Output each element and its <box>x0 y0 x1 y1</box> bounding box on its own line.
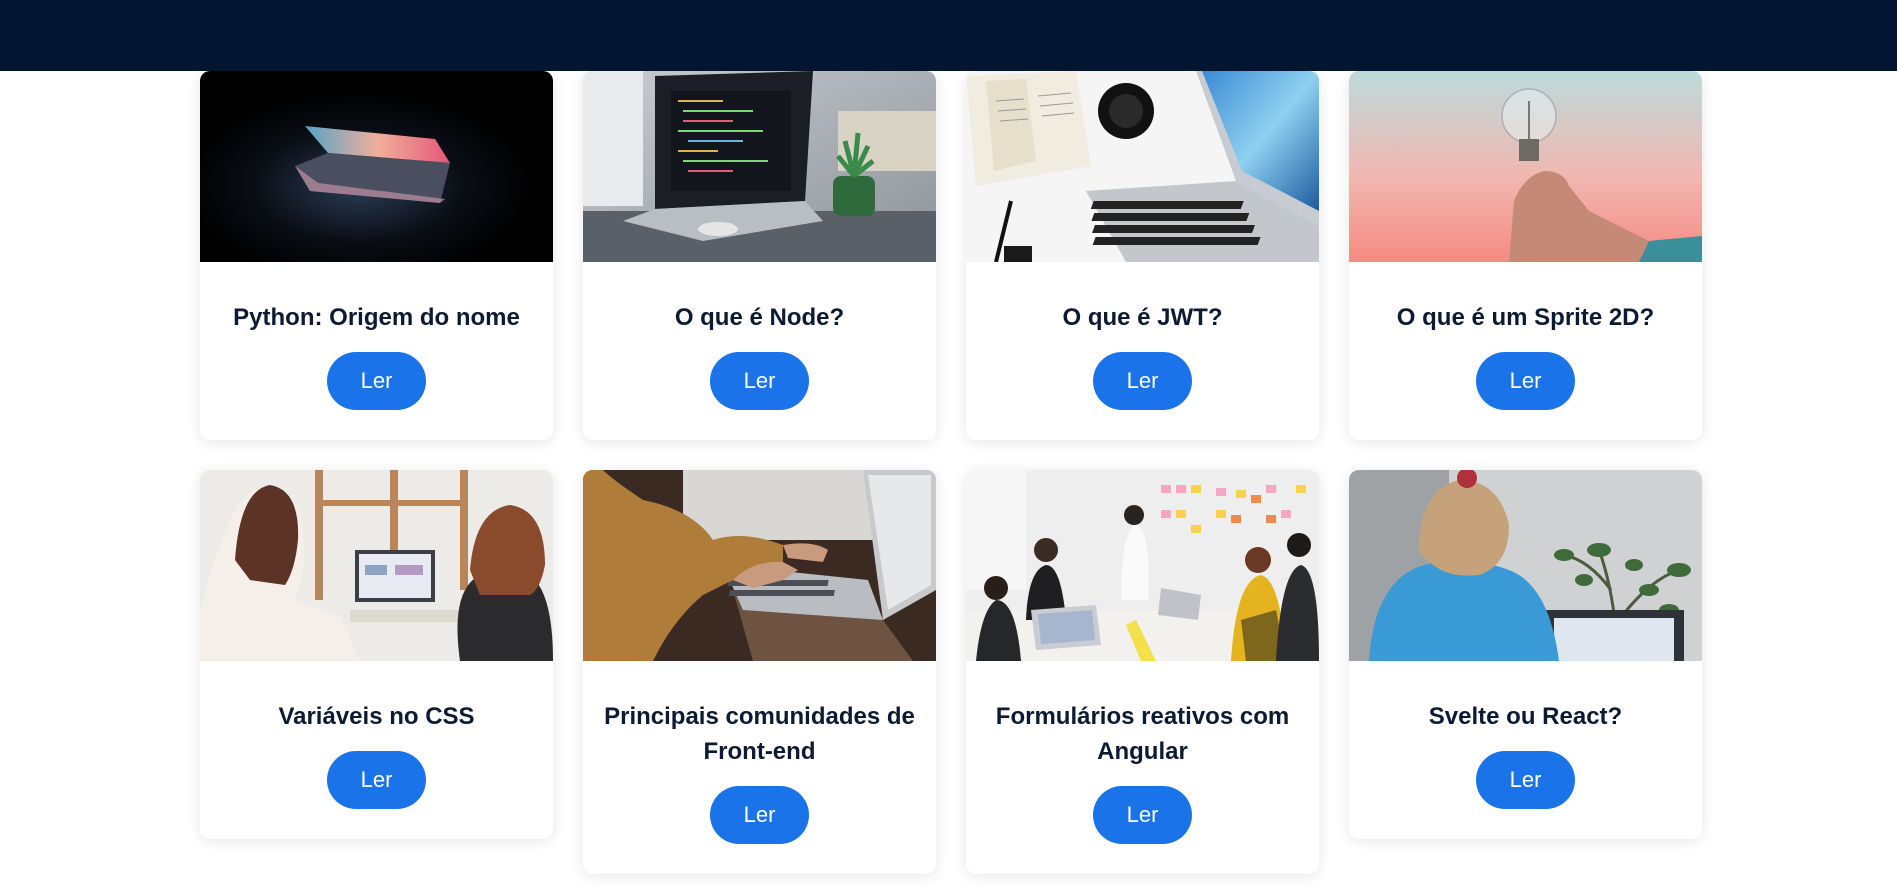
article-card: O que é Node? Ler <box>583 71 936 440</box>
team-meeting-sticky-notes-photo <box>966 470 1319 661</box>
woman-blue-sweater-laptop-photo <box>1349 470 1702 661</box>
card-title: Python: Origem do nome <box>233 304 520 331</box>
laptop-desk-flatlay-photo <box>966 71 1319 262</box>
read-button[interactable]: Ler <box>710 352 809 410</box>
article-card: Formulários reativos com Angular Ler <box>966 470 1319 874</box>
top-navbar <box>0 0 1897 71</box>
card-title: O que é JWT? <box>1062 304 1223 331</box>
article-card: Variáveis no CSS Ler <box>200 470 553 839</box>
article-card: Svelte ou React? Ler <box>1349 470 1702 839</box>
typing-laptop-photo <box>583 470 936 661</box>
laptop-code-plant-photo <box>583 71 936 262</box>
two-women-laptop-photo <box>200 470 553 661</box>
card-title: O que é um Sprite 2D? <box>1396 304 1655 331</box>
article-card: Python: Origem do nome Ler <box>200 71 553 440</box>
read-button[interactable]: Ler <box>710 786 809 844</box>
card-title: Formulários reativos com Angular <box>995 703 1290 765</box>
article-card: O que é um Sprite 2D? Ler <box>1349 71 1702 440</box>
laptop-dark-glow-photo <box>200 71 553 262</box>
article-grid: Python: Origem do nome Ler O que é Node?… <box>200 71 1702 874</box>
card-title: O que é Node? <box>674 304 845 331</box>
article-card: O que é JWT? Ler <box>966 71 1319 440</box>
read-button[interactable]: Ler <box>1093 786 1192 844</box>
card-title: Principais comunidades de Front-end <box>604 703 915 765</box>
card-title: Variáveis no CSS <box>278 703 475 730</box>
read-button[interactable]: Ler <box>1476 751 1575 809</box>
lightbulb-hand-photo <box>1349 71 1702 262</box>
read-button[interactable]: Ler <box>1476 352 1575 410</box>
card-title: Svelte ou React? <box>1428 703 1623 730</box>
read-button[interactable]: Ler <box>1093 352 1192 410</box>
read-button[interactable]: Ler <box>327 751 426 809</box>
read-button[interactable]: Ler <box>327 352 426 410</box>
article-card: Principais comunidades de Front-end Ler <box>583 470 936 874</box>
